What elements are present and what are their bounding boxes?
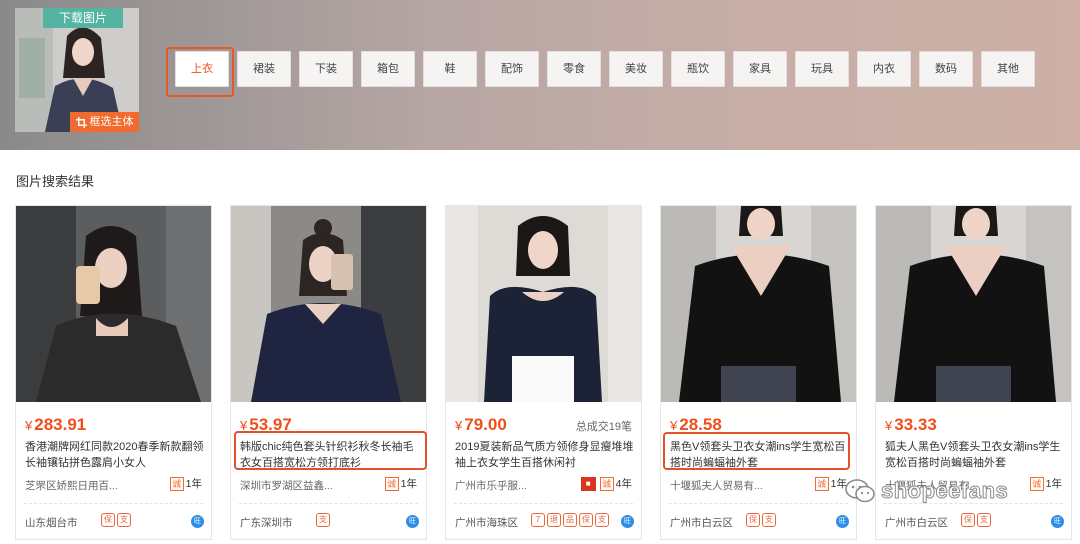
seller-location: 广东深圳市 <box>240 517 293 529</box>
card-divider <box>239 503 418 504</box>
search-header: 下载图片 框选主体 上衣 裙装 下装 箱包鞋配饰 零食 美妆 瓶饮 家具 玩具 内衣 数码 其他 <box>0 0 1080 150</box>
product-price: ¥283.91 <box>25 415 87 434</box>
card-divider <box>669 503 848 504</box>
product-title[interactable]: 2019夏装新品气质方领修身显瘦堆堆袖上衣女学生百搭休闲衬 <box>455 439 635 471</box>
service-tag-icon: 支 <box>117 513 131 527</box>
product-image[interactable] <box>446 206 641 402</box>
credit-badge-icon: 诚 <box>814 476 829 491</box>
category-tab[interactable]: 鞋 <box>423 51 477 87</box>
service-tag-icon: 退 <box>547 513 561 527</box>
product-title[interactable]: 香港潮牌网红同款2020春季新款翻领长袖镶钻拼色露肩小女人 <box>25 439 205 471</box>
product-price: ¥79.00 <box>455 415 507 434</box>
service-tag-icon: 支 <box>977 513 991 527</box>
seller-location: 广州市海珠区 <box>455 517 518 529</box>
crop-icon <box>75 116 87 128</box>
product-image[interactable] <box>231 206 426 402</box>
watermark-text: shopeefans <box>880 478 1009 504</box>
service-tags: 7退品保支 <box>531 513 609 527</box>
category-tab[interactable]: 数码 <box>919 51 973 87</box>
credit-badge-icon: 诚 <box>384 476 399 491</box>
query-image[interactable]: 下载图片 框选主体 <box>15 8 139 132</box>
product-title[interactable]: 狐夫人黑色V领套头卫衣女潮ins学生宽松百搭时尚蝙蝠袖外套 <box>885 439 1065 471</box>
seller-name[interactable]: 芝罘区娇熙日用百... <box>25 478 118 493</box>
service-tag-icon: 保 <box>579 513 593 527</box>
service-tags: 保支 <box>746 513 776 527</box>
service-tag-icon: 保 <box>746 513 760 527</box>
wangwang-chat-icon[interactable]: 旺 <box>836 515 849 528</box>
service-tag-icon: 支 <box>595 513 609 527</box>
product-image[interactable] <box>16 206 211 402</box>
sold-count: 总成交19笔 <box>575 421 632 433</box>
service-tag-icon: 品 <box>563 513 577 527</box>
category-tab[interactable]: 配饰 <box>485 51 539 87</box>
product-card[interactable]: ¥283.91 香港潮牌网红同款2020春季新款翻领长袖镶钻拼色露肩小女人 芝罘… <box>15 205 212 540</box>
download-image-button[interactable]: 下载图片 <box>43 8 123 28</box>
seller-years: 诚 1年 <box>814 476 847 491</box>
seller-location: 广州市白云区 <box>670 517 733 529</box>
category-tab[interactable]: 裙装 <box>237 51 291 87</box>
credit-badge-icon: 诚 <box>1029 476 1044 491</box>
service-tag-icon: 保 <box>961 513 975 527</box>
credit-badge-icon: 诚 <box>169 476 184 491</box>
seller-years: 诚 1年 <box>1029 476 1062 491</box>
category-tab[interactable]: 其他 <box>981 51 1035 87</box>
service-tag-icon: 7 <box>531 513 545 527</box>
card-divider <box>24 503 203 504</box>
brand-badge-icon: ■ <box>580 476 596 491</box>
product-card[interactable]: ¥79.00 总成交19笔 2019夏装新品气质方领修身显瘦堆堆袖上衣女学生百搭… <box>445 205 642 540</box>
product-card[interactable]: ¥28.58 黑色V领套头卫衣女潮ins学生宽松百搭时尚蝙蝠袖外套 十堰狐夫人贸… <box>660 205 857 540</box>
seller-name[interactable]: 十堰狐夫人贸易有... <box>670 478 763 493</box>
category-tab[interactable]: 零食 <box>547 51 601 87</box>
category-tab[interactable]: 瓶饮 <box>671 51 725 87</box>
seller-years: 诚 1年 <box>384 476 417 491</box>
card-divider <box>454 503 633 504</box>
category-tab[interactable]: 箱包 <box>361 51 415 87</box>
seller-location: 山东烟台市 <box>25 517 78 529</box>
category-tab[interactable]: 下装 <box>299 51 353 87</box>
product-price: ¥33.33 <box>885 415 937 434</box>
service-tag-icon: 保 <box>101 513 115 527</box>
results-title: 图片搜索结果 <box>16 174 95 189</box>
wechat-icon <box>845 479 875 503</box>
service-tags: 保支 <box>101 513 131 527</box>
wangwang-chat-icon[interactable]: 旺 <box>1051 515 1064 528</box>
category-tab[interactable]: 美妆 <box>609 51 663 87</box>
service-tags: 支 <box>316 513 330 527</box>
seller-years: ■ 诚 4年 <box>580 476 632 491</box>
category-tab[interactable]: 家具 <box>733 51 787 87</box>
product-image[interactable] <box>661 206 856 402</box>
product-image[interactable] <box>876 206 1071 402</box>
credit-badge-icon: 诚 <box>599 476 614 491</box>
product-card[interactable]: ¥53.97 韩版chic纯色套头针织衫秋冬长袖毛衣女百搭宽松方领打底衫 深圳市… <box>230 205 427 540</box>
category-tab[interactable]: 上衣 <box>175 51 229 87</box>
wangwang-chat-icon[interactable]: 旺 <box>621 515 634 528</box>
service-tag-icon: 支 <box>762 513 776 527</box>
wangwang-chat-icon[interactable]: 旺 <box>406 515 419 528</box>
seller-years: 诚 1年 <box>169 476 202 491</box>
crop-subject-button[interactable]: 框选主体 <box>70 112 139 132</box>
service-tags: 保支 <box>961 513 991 527</box>
service-tag-icon: 支 <box>316 513 330 527</box>
watermark: shopeefans <box>845 478 1008 504</box>
category-tab[interactable]: 内衣 <box>857 51 911 87</box>
category-tab[interactable]: 玩具 <box>795 51 849 87</box>
title-highlight-4 <box>663 432 850 470</box>
crop-subject-label: 框选主体 <box>89 116 134 128</box>
seller-name[interactable]: 广州市乐乎服... <box>455 478 527 493</box>
seller-name[interactable]: 深圳市罗湖区益鑫... <box>240 478 333 493</box>
title-highlight-2 <box>234 431 427 470</box>
seller-location: 广州市白云区 <box>885 517 948 529</box>
wangwang-chat-icon[interactable]: 旺 <box>191 515 204 528</box>
